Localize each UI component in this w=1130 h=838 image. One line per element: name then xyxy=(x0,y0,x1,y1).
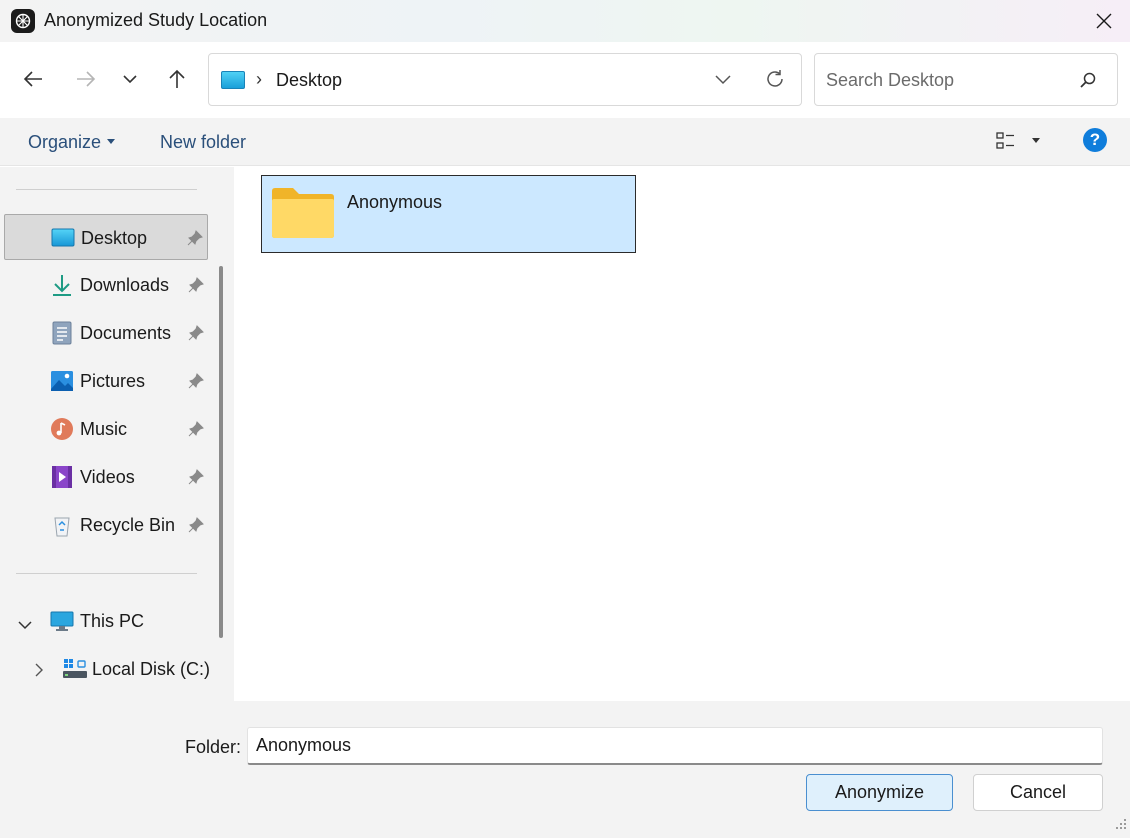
dialog-footer: Folder: Anonymize Cancel xyxy=(0,701,1130,838)
sidebar-item-recycle-bin[interactable]: Recycle Bin xyxy=(4,502,208,548)
sidebar-item-this-pc[interactable]: This PC xyxy=(4,598,208,644)
documents-icon xyxy=(50,321,74,345)
downloads-icon xyxy=(50,273,74,297)
pictures-icon xyxy=(50,369,74,393)
close-button[interactable] xyxy=(1078,0,1130,42)
sidebar-item-label: This PC xyxy=(80,611,145,631)
chevron-down-icon xyxy=(123,75,137,84)
sidebar-item-desktop[interactable]: Desktop xyxy=(4,214,208,260)
navigation-pane: Desktop Downloads Documents Pictures Mus… xyxy=(0,167,234,701)
divider xyxy=(16,189,197,190)
pin-icon xyxy=(187,230,203,251)
videos-icon xyxy=(50,465,74,489)
resize-grip-icon[interactable] xyxy=(1115,814,1127,835)
close-icon xyxy=(1096,13,1112,29)
pin-icon xyxy=(188,517,204,538)
organize-button[interactable]: Organize xyxy=(28,132,116,153)
recycle-bin-icon xyxy=(50,513,74,537)
breadcrumb-desktop[interactable]: Desktop xyxy=(276,70,342,91)
desktop-icon xyxy=(51,226,75,250)
caret-down-icon xyxy=(107,138,116,144)
address-history-button[interactable] xyxy=(714,70,732,91)
drive-icon xyxy=(62,657,88,681)
address-bar[interactable]: › Desktop xyxy=(208,53,802,106)
pin-icon xyxy=(188,373,204,394)
view-dropdown-icon[interactable] xyxy=(1032,138,1040,143)
arrow-left-icon xyxy=(23,71,42,87)
pin-icon xyxy=(188,277,204,298)
desktop-icon xyxy=(221,71,245,89)
view-layout-icon xyxy=(996,132,1014,149)
forward-button[interactable] xyxy=(71,64,101,94)
sidebar-item-label: Videos xyxy=(80,467,135,487)
pin-icon xyxy=(188,421,204,442)
navigation-bar: › Desktop Search Desktop xyxy=(0,42,1130,118)
sidebar-item-music[interactable]: Music xyxy=(4,406,208,452)
help-icon: ? xyxy=(1089,130,1101,149)
folder-icon xyxy=(271,187,335,244)
cancel-button[interactable]: Cancel xyxy=(973,774,1103,811)
arrow-up-icon xyxy=(169,69,185,88)
music-icon xyxy=(50,417,74,441)
file-list: Anonymous xyxy=(234,167,1130,701)
search-icon xyxy=(1079,71,1097,94)
pin-icon xyxy=(188,325,204,346)
organize-label: Organize xyxy=(28,132,102,152)
sidebar-item-documents[interactable]: Documents xyxy=(4,310,208,356)
sidebar-item-videos[interactable]: Videos xyxy=(4,454,208,500)
new-folder-button[interactable]: New folder xyxy=(160,132,246,153)
pin-icon xyxy=(188,469,204,490)
help-button[interactable]: ? xyxy=(1083,128,1107,152)
computer-icon xyxy=(50,609,74,633)
view-options-button[interactable] xyxy=(995,130,1017,157)
sidebar-item-downloads[interactable]: Downloads xyxy=(4,262,208,308)
expand-chevron-right-icon[interactable] xyxy=(34,661,44,682)
sidebar-item-local-disk[interactable]: Local Disk (C:) xyxy=(4,646,211,692)
window-title: Anonymized Study Location xyxy=(44,10,268,30)
refresh-button[interactable] xyxy=(764,68,786,95)
folder-name-input[interactable] xyxy=(247,727,1103,765)
search-placeholder: Search Desktop xyxy=(826,70,955,90)
sidebar-item-label: Pictures xyxy=(80,371,146,391)
app-logo-icon xyxy=(11,9,35,33)
sidebar-item-label: Music xyxy=(80,419,128,439)
search-box[interactable]: Search Desktop xyxy=(814,53,1118,106)
sidebar-scrollbar[interactable] xyxy=(219,266,223,638)
anonymize-button[interactable]: Anonymize xyxy=(806,774,953,811)
sidebar-item-label: Recycle Bin xyxy=(80,515,176,535)
refresh-icon xyxy=(767,70,783,87)
divider xyxy=(16,573,197,574)
up-button[interactable] xyxy=(162,64,192,94)
sidebar-item-label: Desktop xyxy=(81,228,148,248)
folder-name: Anonymous xyxy=(347,192,443,212)
command-bar: Organize New folder ? xyxy=(0,118,1130,166)
title-bar: Anonymized Study Location xyxy=(0,0,1130,42)
breadcrumb-separator: › xyxy=(256,69,262,89)
sidebar-item-pictures[interactable]: Pictures xyxy=(4,358,208,404)
expand-chevron-down-icon[interactable] xyxy=(18,614,32,635)
sidebar-item-label: Documents xyxy=(80,323,172,343)
folder-item[interactable]: Anonymous xyxy=(261,175,636,253)
folder-label: Folder: xyxy=(185,737,242,757)
recent-locations-button[interactable] xyxy=(115,64,145,94)
sidebar-item-label: Downloads xyxy=(80,275,170,295)
back-button[interactable] xyxy=(18,64,48,94)
sidebar-item-label: Local Disk (C:) xyxy=(92,659,211,679)
arrow-right-icon xyxy=(77,71,96,87)
chevron-down-icon xyxy=(715,75,731,85)
